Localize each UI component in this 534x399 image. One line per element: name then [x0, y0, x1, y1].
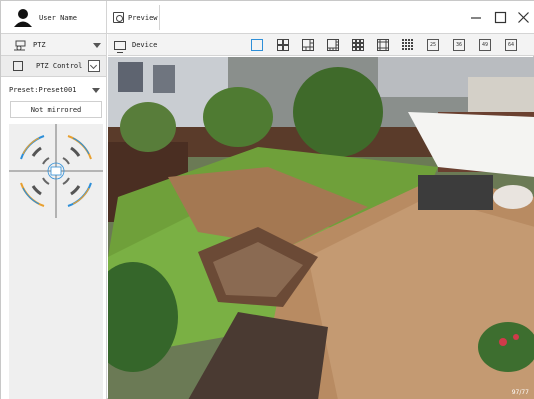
layout-25-button[interactable]: 25 [427, 39, 439, 51]
close-button[interactable] [512, 6, 534, 28]
left-panel: PTZ PTZ Control Preset:Preset001 Not mir… [1, 34, 107, 399]
timestamp-label: 97/77 [511, 389, 529, 396]
collapse-button[interactable] [88, 60, 100, 72]
device-button[interactable]: Device [114, 38, 158, 53]
chevron-down-icon [93, 43, 101, 48]
camera-scene-image [108, 57, 534, 399]
layout-9-icon[interactable] [352, 39, 364, 51]
layout-64-button[interactable]: 64 [505, 39, 517, 51]
ptz-camera-icon [13, 40, 27, 50]
user-profile[interactable]: User Name [1, 1, 107, 34]
preview-icon [113, 12, 124, 23]
title-bar: User Name Preview [1, 1, 534, 34]
preset-chevron-icon[interactable] [92, 88, 100, 93]
ptz-control-label: PTZ Control [36, 62, 83, 70]
layout-36-button[interactable]: 36 [453, 39, 465, 51]
maximize-icon [494, 11, 506, 23]
layout-13-icon[interactable] [377, 39, 389, 51]
maximize-button[interactable] [489, 6, 511, 28]
layout-8-icon[interactable] [327, 39, 339, 51]
tab-preview-label: Preview [128, 13, 158, 22]
minimize-icon [471, 17, 481, 19]
app-window: User Name Preview PTZ PTZ Control Preset… [0, 0, 534, 399]
ptz-joystick[interactable] [9, 124, 103, 224]
layout-6-icon[interactable] [302, 39, 314, 51]
minimize-button[interactable] [465, 6, 487, 28]
camera-video-feed[interactable]: 97/77 [108, 57, 534, 399]
tab-preview[interactable]: Preview [108, 5, 160, 30]
ptz-joystick-panel [9, 124, 103, 399]
preset-select[interactable]: Preset:Preset001 [9, 86, 76, 94]
close-icon [517, 11, 529, 23]
layout-49-button[interactable]: 49 [479, 39, 491, 51]
user-avatar-icon [13, 8, 33, 28]
ptz-control-icon [13, 61, 23, 71]
ptz-dropdown[interactable]: PTZ [1, 34, 106, 56]
layout-16-icon[interactable] [402, 39, 414, 51]
ptz-control-header: PTZ Control [1, 56, 106, 77]
layout-4-icon[interactable] [277, 39, 289, 51]
monitor-icon [114, 40, 126, 53]
mirror-label: Not mirrored [30, 105, 82, 114]
ptz-label: PTZ [33, 40, 46, 49]
preset-value: Preset:Preset001 [9, 86, 77, 94]
device-toolbar: Device 25 36 49 64 [108, 34, 534, 56]
layout-1-icon[interactable] [251, 39, 263, 51]
mirror-button[interactable]: Not mirrored [10, 101, 102, 118]
user-name: User Name [39, 13, 77, 22]
device-label: Device [132, 41, 158, 49]
